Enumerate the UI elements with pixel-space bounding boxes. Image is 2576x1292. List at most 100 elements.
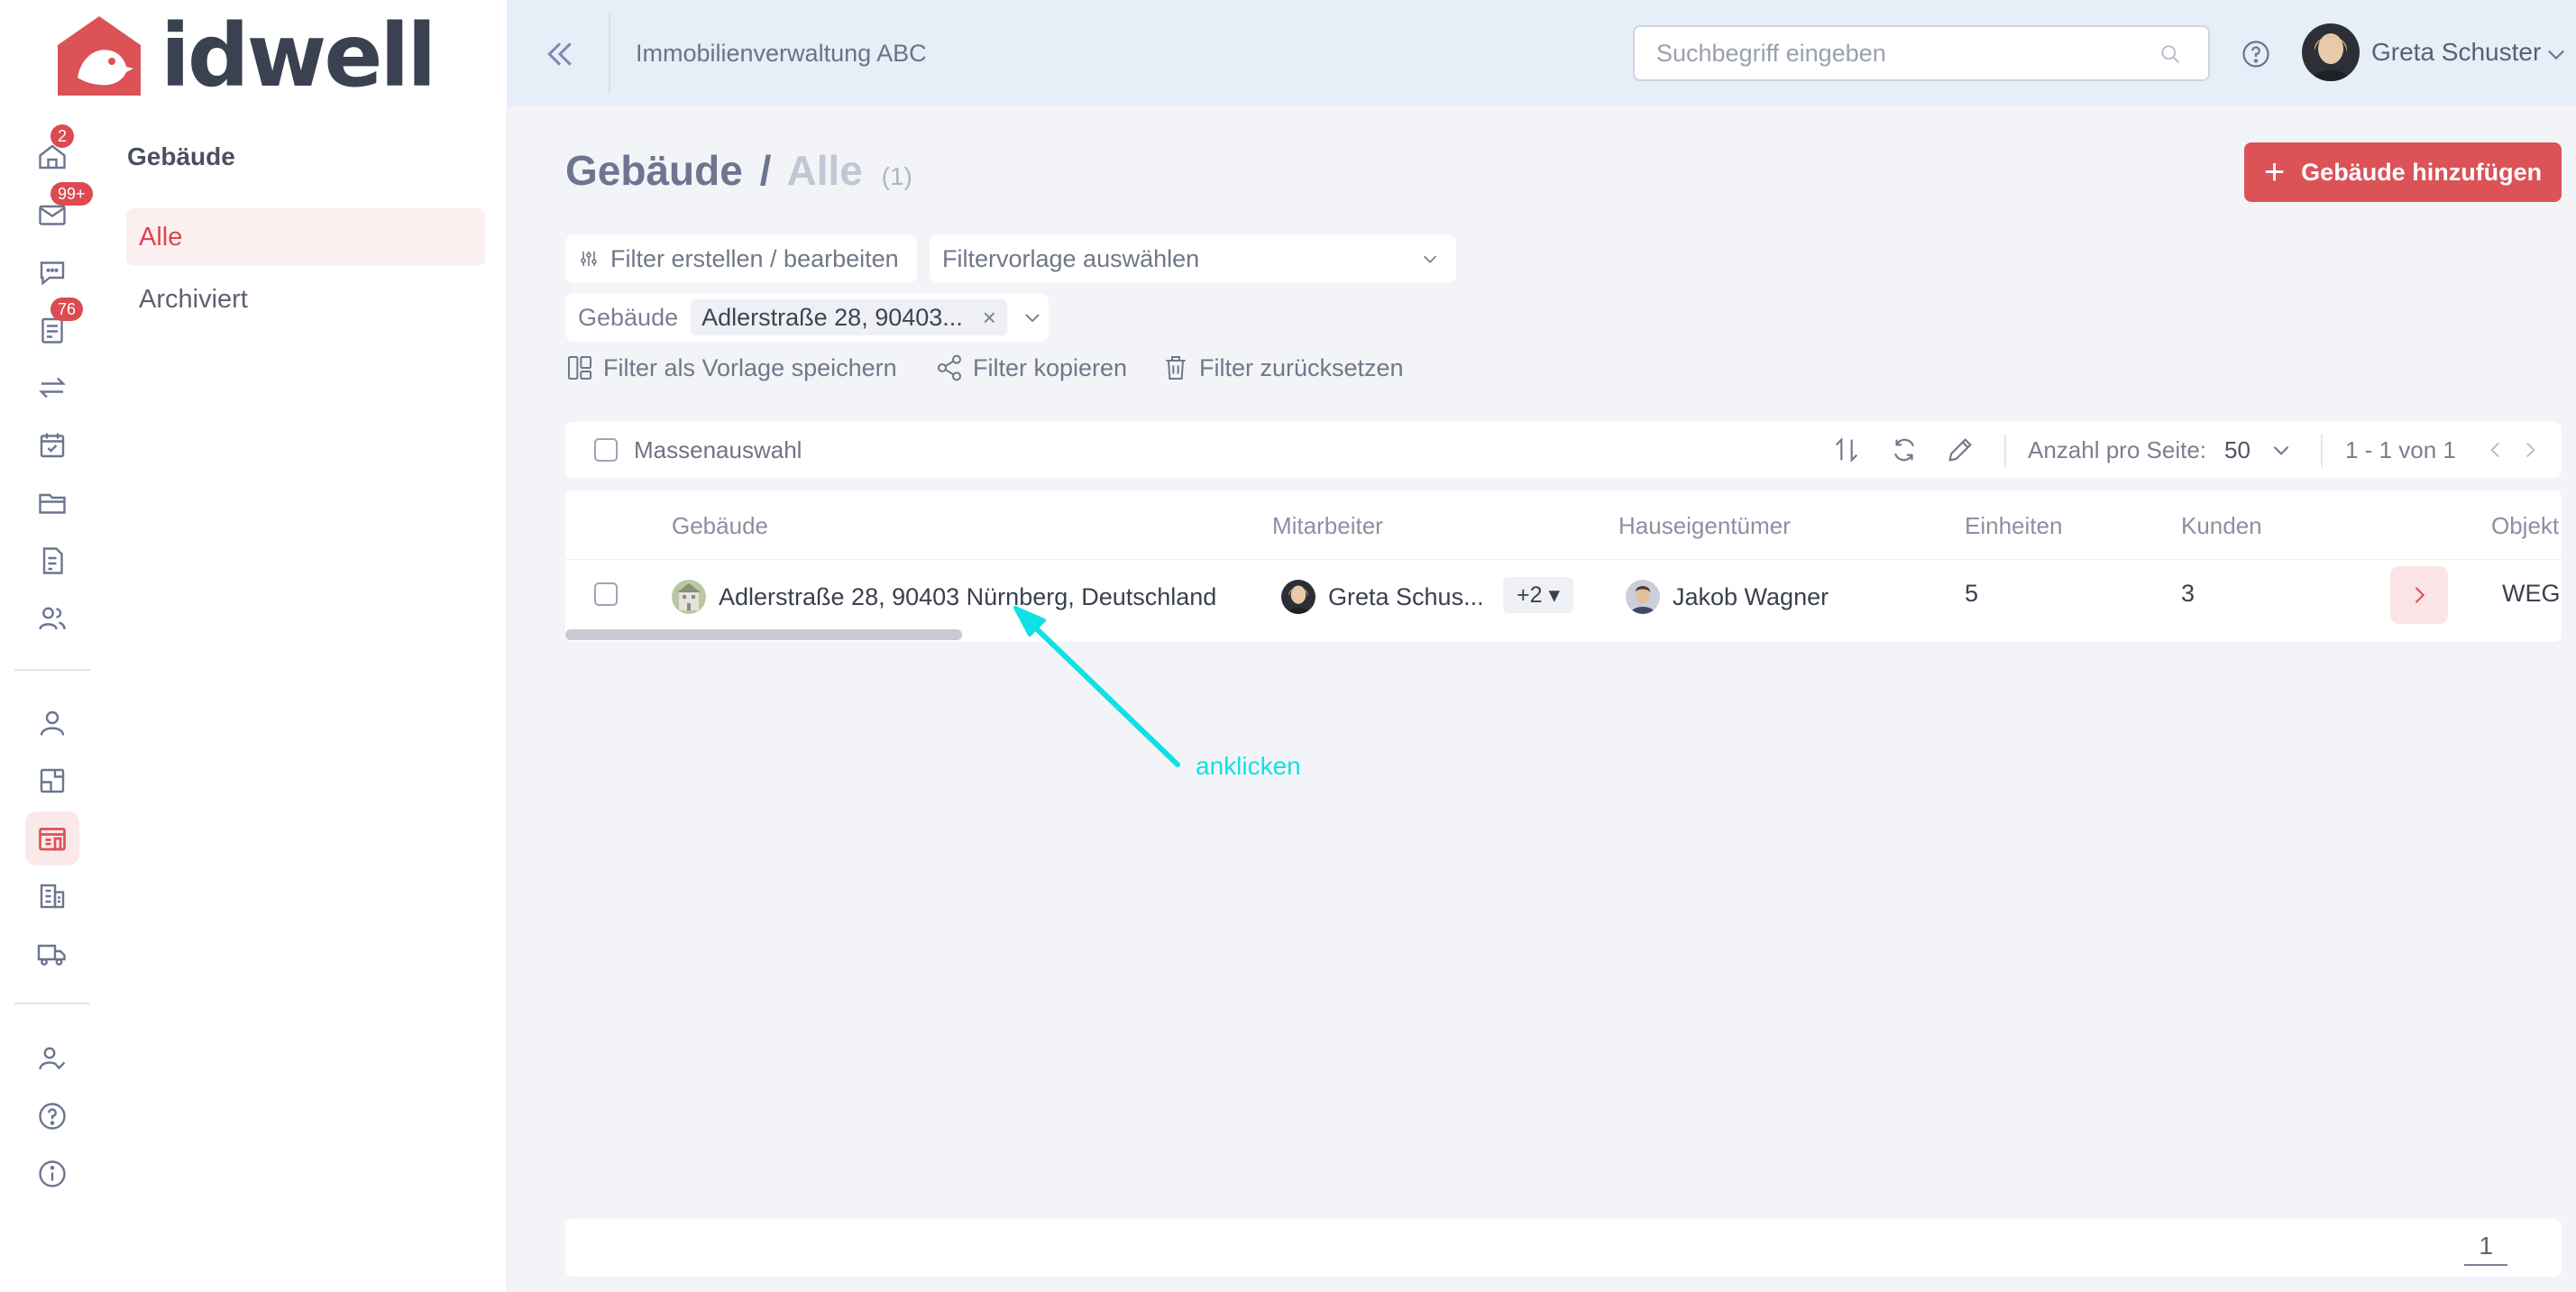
building-thumbnail — [672, 580, 706, 614]
pagination-footer: 1 — [565, 1219, 2562, 1277]
reset-filter-link[interactable]: Filter zurücksetzen — [1161, 353, 1404, 382]
refresh-icon[interactable] — [1889, 435, 1920, 465]
annotation-label: anklicken — [1196, 752, 1301, 780]
rail-calendar[interactable] — [25, 418, 79, 472]
result-count: (1) — [881, 162, 912, 190]
rail-info[interactable] — [25, 1147, 79, 1201]
column-header-units[interactable]: Einheiten — [1965, 512, 2062, 540]
submenu-item-archived[interactable]: Archiviert — [139, 285, 248, 315]
search-icon[interactable] — [2158, 41, 2183, 67]
column-header-owner[interactable]: Hauseigentümer — [1618, 512, 1791, 540]
rail-messages[interactable]: 99+ — [25, 182, 93, 242]
add-building-button[interactable]: + Gebäude hinzufügen — [2244, 142, 2562, 202]
row-checkbox[interactable] — [594, 582, 618, 606]
current-page-number[interactable]: 1 — [2464, 1232, 2507, 1266]
rail-buildings-active[interactable] — [25, 811, 79, 866]
share-icon — [938, 354, 961, 381]
horizontal-scrollbar-thumb[interactable] — [565, 629, 962, 640]
chevron-left-icon[interactable] — [2484, 438, 2507, 462]
chat-icon — [40, 261, 65, 286]
column-header-customers[interactable]: Kunden — [2181, 512, 2262, 540]
document-icon — [42, 547, 63, 574]
badge-home: 2 — [50, 124, 75, 148]
help-icon — [39, 1103, 66, 1130]
truck-icon — [37, 944, 66, 966]
table-row-building[interactable]: Adlerstraße 28, 90403 Nürnberg, Deutschl… — [672, 580, 1216, 614]
rail-tasks[interactable]: 76 — [25, 298, 84, 357]
owner-avatar — [1626, 580, 1660, 614]
rail-transfers[interactable] — [25, 361, 79, 415]
breadcrumb-current: Alle — [786, 147, 863, 194]
save-filter-template-link[interactable]: Filter als Vorlage speichern — [565, 353, 897, 382]
add-building-label: Gebäude hinzufügen — [2301, 158, 2543, 186]
folder-icon — [39, 493, 66, 514]
sort-icon[interactable] — [1831, 435, 1862, 465]
rail-person[interactable] — [25, 696, 79, 750]
chevron-down-icon[interactable] — [2269, 438, 2293, 462]
table-row-units: 5 — [1965, 580, 1979, 607]
mass-select-checkbox[interactable] — [594, 438, 618, 462]
chevron-right-icon[interactable] — [2518, 438, 2542, 462]
table-row-object: WEG — [2502, 580, 2561, 607]
column-header-object[interactable]: Objekt — [2491, 512, 2559, 540]
rail-chat[interactable] — [25, 245, 79, 299]
organization-name[interactable]: Immobilienverwaltung ABC — [636, 40, 927, 68]
table-toolbar: Massenauswahl Anzahl pro Seite: 50 1 - 1… — [565, 422, 2562, 478]
copy-filter-link[interactable]: Filter kopieren — [935, 353, 1127, 382]
topbar-divider — [609, 13, 610, 94]
rail-documents[interactable] — [25, 476, 79, 530]
per-page-label: Anzahl pro Seite: — [2028, 436, 2207, 463]
user-avatar[interactable] — [2302, 23, 2360, 81]
building-photo-icon — [672, 580, 706, 614]
edit-icon[interactable] — [1945, 435, 1976, 465]
owner-name: Jakob Wagner — [1673, 582, 1829, 610]
mass-select-label[interactable]: Massenauswahl — [634, 436, 802, 464]
active-filter-tag[interactable]: Adlerstraße 28, 90403... × — [691, 299, 1007, 335]
table-row-customers: 3 — [2181, 580, 2196, 607]
collapse-sidebar-icon[interactable] — [542, 36, 578, 72]
building-address[interactable]: Adlerstraße 28, 90403 Nürnberg, Deutschl… — [719, 583, 1216, 611]
calendar-icon — [40, 433, 65, 458]
logo-wordmark: idwell — [160, 5, 436, 106]
chevron-down-icon[interactable] — [2544, 41, 2569, 67]
column-header-employee[interactable]: Mitarbeiter — [1272, 512, 1383, 540]
toolbar-divider — [2004, 435, 2006, 467]
reset-filter-label: Filter zurücksetzen — [1199, 353, 1404, 381]
badge-tasks: 76 — [50, 298, 84, 321]
table-row-employee[interactable]: Greta Schus... — [1281, 580, 1484, 614]
house-bird-logo-icon — [58, 16, 141, 96]
left-sidebar: idwell 2 99+ 76 Gebäude Alle Archiviert — [0, 0, 508, 1292]
rail-help[interactable] — [25, 1089, 79, 1143]
table-row-owner[interactable]: Jakob Wagner — [1626, 580, 1829, 614]
user-name[interactable]: Greta Schuster — [2371, 38, 2541, 67]
filter-edit-button[interactable]: Filter erstellen / bearbeiten — [565, 234, 917, 283]
help-icon[interactable] — [2240, 38, 2272, 70]
rail-contacts[interactable] — [25, 591, 79, 646]
submenu-title: Gebäude — [127, 142, 235, 170]
employee-avatar-image — [1281, 580, 1316, 614]
person-icon — [40, 710, 65, 736]
buildings-table: Gebäude Mitarbeiter Hauseigentümer Einhe… — [565, 490, 2562, 642]
page-range: 1 - 1 von 1 — [2345, 436, 2456, 463]
rail-invoices[interactable] — [25, 534, 79, 588]
filter-template-select[interactable]: Filtervorlage auswählen — [930, 234, 1456, 283]
rail-properties[interactable] — [25, 869, 79, 923]
rail-user-management[interactable] — [25, 1031, 79, 1086]
chevron-down-icon[interactable] — [1022, 307, 1043, 328]
rail-units[interactable] — [25, 754, 79, 808]
column-header-building[interactable]: Gebäude — [672, 512, 768, 540]
remove-filter-icon[interactable]: × — [983, 304, 996, 332]
logo[interactable]: idwell — [56, 5, 436, 106]
toolbar-divider-2 — [2321, 435, 2323, 467]
per-page-select[interactable]: 50 — [2224, 436, 2251, 464]
search-input[interactable] — [1633, 25, 2210, 81]
active-filter-building[interactable]: Gebäude Adlerstraße 28, 90403... × — [565, 293, 1049, 342]
open-row-button[interactable] — [2390, 566, 2448, 624]
rail-home[interactable]: 2 — [25, 124, 79, 184]
submenu-item-all[interactable]: Alle — [126, 208, 485, 266]
rail-divider-2 — [14, 1003, 90, 1004]
rail-suppliers[interactable] — [25, 927, 79, 981]
chevron-right-icon — [2415, 587, 2425, 603]
more-employees-badge[interactable]: +2 ▾ — [1503, 577, 1573, 613]
breadcrumb-root[interactable]: Gebäude — [565, 147, 743, 194]
